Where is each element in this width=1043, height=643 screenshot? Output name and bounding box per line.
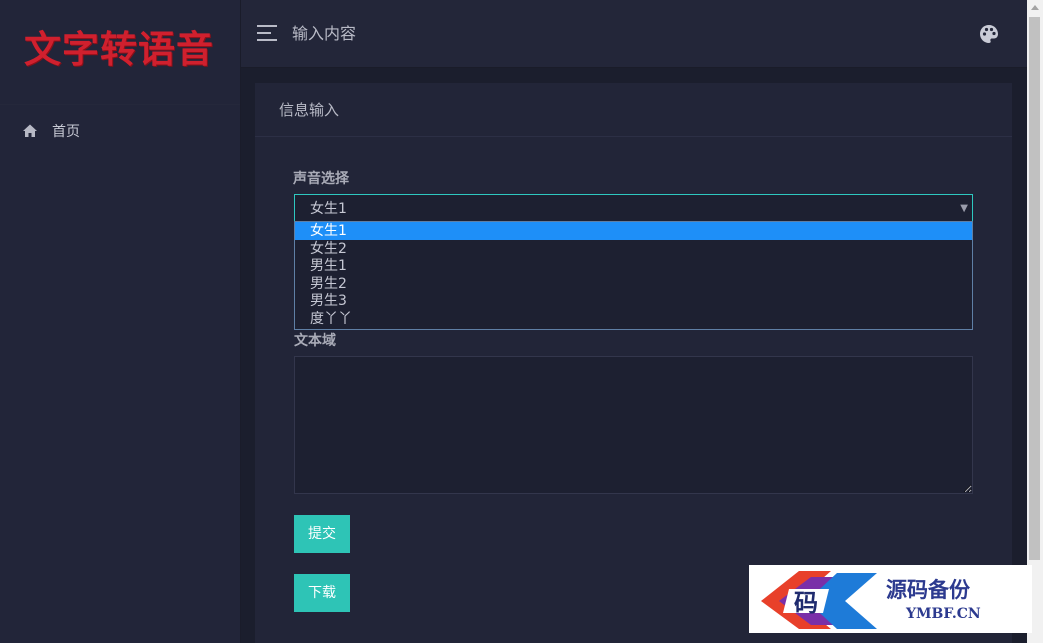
sidebar-item-label: 首页 — [52, 124, 80, 140]
voice-option-male-2[interactable]: 男生2 — [295, 275, 972, 293]
sidebar-item-home[interactable]: 首页 — [0, 114, 240, 148]
page-title: 输入内容 — [292, 24, 357, 43]
sidebar-divider — [0, 104, 240, 105]
voice-dropdown-list: 女生1 女生2 男生1 男生2 男生3 度丫丫 — [294, 221, 973, 330]
voice-option-male-3[interactable]: 男生3 — [295, 292, 972, 310]
voice-select[interactable]: 女生1 ▼ — [294, 194, 973, 222]
download-button[interactable]: 下载 — [294, 574, 350, 612]
scroll-up-icon[interactable] — [1031, 5, 1039, 10]
svg-text:码: 码 — [794, 588, 818, 617]
watermark-chinese-text: 源码备份 — [886, 577, 970, 602]
top-bar: 输入内容 — [241, 0, 1027, 68]
watermark-english-text: YMBF.CN — [906, 606, 981, 622]
home-icon — [23, 124, 37, 137]
dropdown-arrow-icon: ▼ — [960, 203, 968, 214]
scrollbar-thumb[interactable] — [1029, 17, 1040, 560]
palette-icon[interactable] — [979, 24, 999, 44]
app-logo: 文字转语音 — [24, 28, 214, 71]
watermark-logo-icon: 码 — [761, 571, 877, 629]
textarea-label: 文本域 — [294, 333, 336, 349]
voice-option-duyaya[interactable]: 度丫丫 — [295, 310, 972, 328]
voice-option-male-1[interactable]: 男生1 — [295, 257, 972, 275]
voice-select-value: 女生1 — [310, 201, 347, 217]
watermark-logo: 码 源码备份 YMBF.CN — [749, 565, 1032, 633]
voice-option-female-1[interactable]: 女生1 — [295, 222, 972, 240]
hamburger-icon[interactable] — [257, 24, 279, 42]
page-scrollbar[interactable] — [1027, 0, 1043, 643]
text-area-input[interactable] — [294, 356, 973, 494]
card-title: 信息输入 — [255, 83, 1012, 137]
submit-button[interactable]: 提交 — [294, 515, 350, 553]
voice-option-female-2[interactable]: 女生2 — [295, 240, 972, 258]
voice-select-label: 声音选择 — [293, 171, 349, 187]
sidebar: 文字转语音 首页 — [0, 0, 241, 643]
